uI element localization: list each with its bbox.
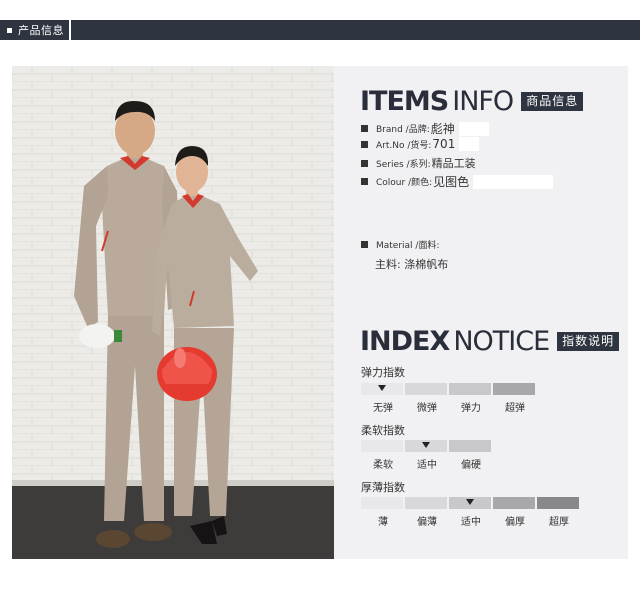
scale-segment — [493, 383, 535, 395]
colour-label: Colour /颜色: — [376, 178, 433, 188]
level-marker-icon — [466, 499, 474, 505]
brand-value: 彪神 — [430, 122, 455, 136]
softness-level-label: 偏硬 — [461, 460, 481, 471]
square-bullet-icon — [361, 125, 368, 132]
text-mask — [473, 174, 554, 189]
elasticity-level-label: 超弹 — [505, 403, 525, 414]
material-label: Material /面料: — [376, 241, 440, 251]
thickness-level-label: 偏薄 — [417, 517, 437, 528]
scale-segment — [361, 497, 403, 509]
scale-segment — [449, 497, 491, 509]
scale-segment — [405, 497, 447, 509]
square-bullet-icon — [7, 27, 12, 33]
text-mask — [458, 121, 489, 136]
elasticity-level-label: 无弹 — [373, 403, 393, 414]
scale-segment — [361, 440, 403, 452]
thickness-level-label: 超厚 — [549, 517, 569, 528]
thickness-level-label: 偏厚 — [505, 517, 525, 528]
thickness-scale — [361, 497, 581, 509]
thickness-labels: 薄 偏薄 适中 偏厚 超厚 — [361, 513, 581, 528]
thickness-title: 厚薄指数 — [361, 481, 405, 494]
items-title-bold: ITEMS — [360, 86, 449, 117]
level-marker-icon — [378, 385, 386, 391]
softness-labels: 柔软 适中 偏硬 — [361, 456, 493, 471]
elasticity-scale — [361, 383, 537, 395]
elasticity-labels: 无弹 微弹 弹力 超弹 — [361, 399, 537, 414]
items-title-thin: INFO — [452, 86, 514, 117]
series-label: Series /系列: — [376, 159, 431, 170]
scale-segment — [449, 440, 491, 452]
square-bullet-icon — [361, 178, 368, 185]
art-no-row: Art.No /货号: 701 — [361, 137, 480, 151]
text-mask — [459, 137, 480, 151]
product-photo — [12, 66, 334, 559]
thickness-level-label: 薄 — [378, 517, 388, 528]
softness-level-label: 适中 — [417, 460, 437, 471]
section-header: 产品信息 — [0, 20, 640, 40]
elasticity-level-label: 弹力 — [461, 403, 481, 414]
info-column: ITEMS INFO 商品信息 Brand /品牌: 彪神 Art.No /货号… — [335, 66, 628, 559]
colour-value: 见图色 — [433, 175, 470, 189]
section-tab: 产品信息 — [0, 20, 71, 40]
softness-title: 柔软指数 — [361, 424, 405, 437]
scale-segment — [493, 497, 535, 509]
section-tab-label: 产品信息 — [18, 24, 64, 37]
square-bullet-icon — [361, 241, 368, 248]
index-notice-badge: 指数说明 — [557, 332, 620, 351]
series-row: Series /系列: 精品工装 — [361, 155, 476, 171]
items-info-badge: 商品信息 — [521, 92, 584, 111]
square-bullet-icon — [361, 140, 368, 148]
index-title-thin: NOTICE — [453, 326, 550, 357]
scale-segment — [449, 383, 491, 395]
elasticity-title: 弹力指数 — [361, 366, 405, 379]
series-value: 精品工装 — [431, 157, 476, 170]
level-marker-icon — [422, 442, 430, 448]
index-title-bold: INDEX — [360, 326, 450, 357]
material-row: Material /面料: — [361, 238, 440, 251]
art-no-value: 701 — [432, 137, 456, 151]
softness-scale — [361, 440, 493, 452]
scale-segment — [405, 383, 447, 395]
thickness-level-label: 适中 — [461, 517, 481, 528]
scale-segment — [405, 440, 447, 452]
elasticity-level-label: 微弹 — [417, 403, 437, 414]
square-bullet-icon — [361, 159, 368, 167]
scale-segment — [537, 497, 579, 509]
items-info-heading: ITEMS INFO 商品信息 — [360, 86, 584, 117]
brand-row: Brand /品牌: 彪神 — [361, 120, 489, 137]
material-value: 主料: 涤棉帆布 — [375, 258, 449, 271]
softness-level-label: 柔软 — [373, 460, 393, 471]
scale-segment — [361, 383, 403, 395]
art-no-label: Art.No /货号: — [376, 140, 432, 151]
brand-label: Brand /品牌: — [376, 125, 430, 135]
colour-row: Colour /颜色: 见图色 — [361, 173, 554, 190]
index-notice-heading: INDEX NOTICE 指数说明 — [360, 326, 620, 357]
